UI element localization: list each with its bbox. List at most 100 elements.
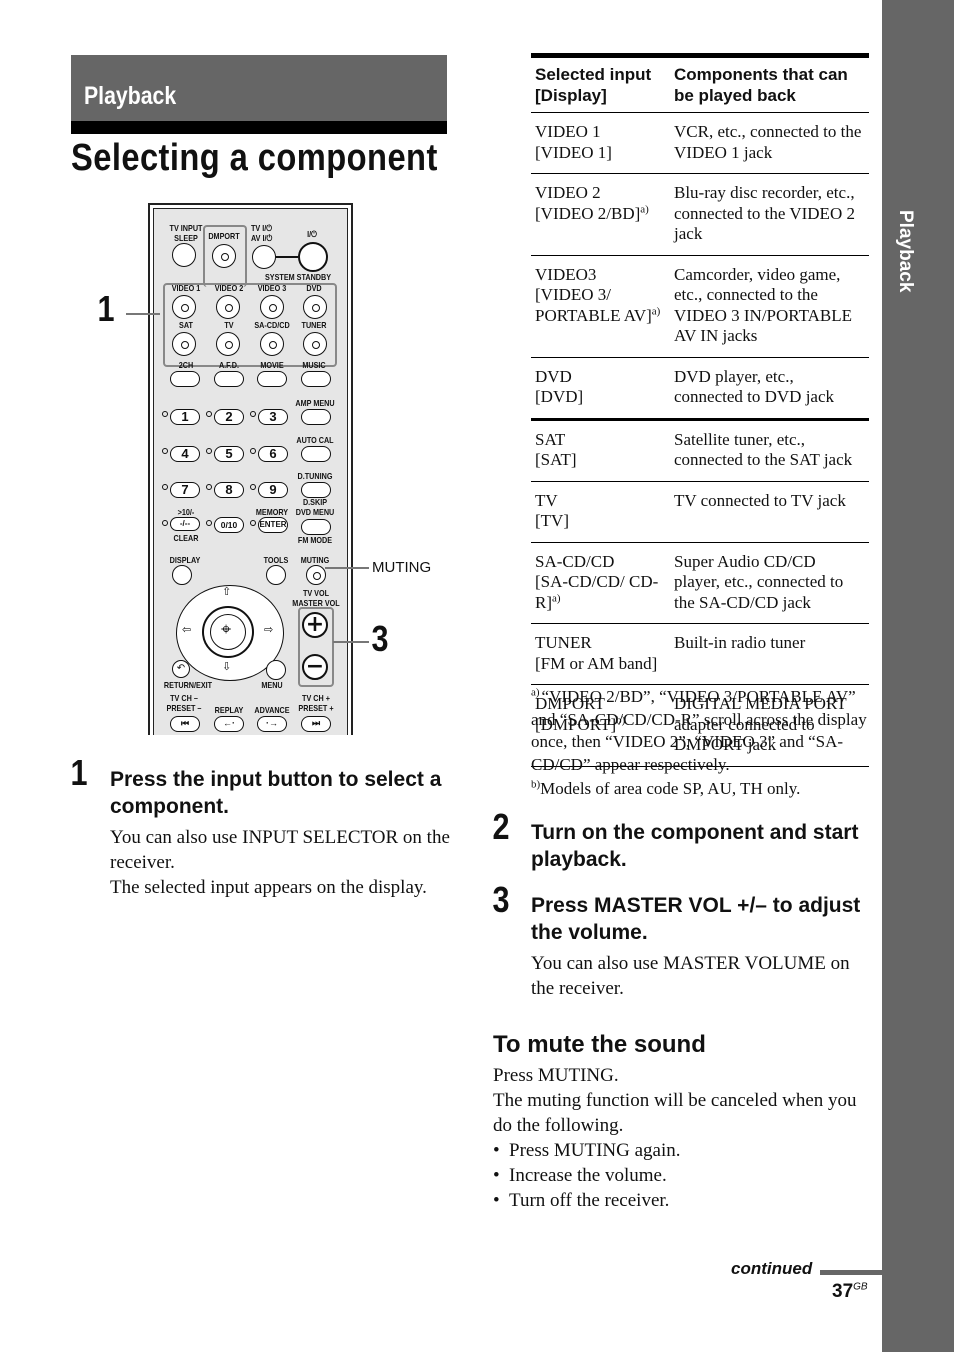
arrow-left-icon: ⇦: [182, 623, 192, 636]
indicator-dot: [250, 411, 256, 417]
digit-key: 8: [214, 482, 244, 498]
callout-3: 3: [371, 618, 389, 659]
component-cell: VCR, etc., connected to the VIDEO 1 jack: [670, 112, 869, 174]
display-text: [TV]: [535, 511, 569, 530]
sacd-button: [260, 332, 284, 356]
label-sat: SAT: [179, 320, 193, 330]
side-tab-label: Playback: [895, 210, 916, 293]
footnote-text: Models of area code SP, AU, TH only.: [540, 779, 801, 798]
footnote-ref: a): [552, 591, 561, 604]
enter-center-button: ⌖: [202, 606, 254, 658]
column-header: Components that can be played back: [670, 53, 869, 113]
label-display: DISPLAY: [169, 555, 201, 565]
label-dmport: DMPORT: [208, 231, 240, 241]
label-memory: MEMORY: [255, 507, 289, 517]
page-number: 37GB: [832, 1281, 868, 1303]
step-1-number: 1: [70, 752, 88, 793]
input-cell: SA-CD/CD [SA-CD/CD/ CD-R]a): [531, 542, 670, 624]
indicator-dot: [162, 520, 168, 526]
afd-button: [214, 371, 244, 387]
input-name: TV: [535, 490, 558, 510]
indicator-dot: [250, 520, 256, 526]
continued-label: continued: [731, 1259, 813, 1278]
step-3-number: 3: [492, 879, 510, 920]
tuner-button: [303, 332, 327, 356]
table-row: TV [TV] TV connected to TV jack: [531, 481, 869, 543]
step-1-text: The selected input appears on the displa…: [110, 877, 427, 898]
standby-connector: [276, 256, 298, 258]
column-header: Selected input [Display]: [531, 53, 670, 113]
remote-illustration: TV INPUT SLEEP DMPORT TV I/⏻ AV I/⏻ I/⏻ …: [148, 203, 353, 735]
label-d-tuning: D.TUNING: [297, 471, 333, 481]
list-item: Increase the volume.: [493, 1163, 863, 1188]
table-row: TUNER [FM or AM band] Built-in radio tuner: [531, 623, 869, 685]
label-video1: VIDEO 1: [171, 283, 201, 293]
digit-key: 6: [258, 446, 288, 462]
label-dvd: DVD: [306, 283, 322, 293]
input-name: SA-CD/CD: [535, 551, 615, 571]
table-row: SA-CD/CD [SA-CD/CD/ CD-R]a) Super Audio CD…: [531, 542, 869, 624]
digit-key: 4: [170, 446, 200, 462]
input-cell: VIDEO3 [VIDEO 3/ PORTABLE AV]a): [531, 255, 670, 358]
display-name: [DVD]: [535, 387, 666, 408]
music-button: [301, 371, 331, 387]
input-cell: VIDEO 1 [VIDEO 1]: [531, 112, 670, 174]
display-name: [SA-CD/CD/ CD-R]a): [535, 572, 666, 613]
step-1-text: You can also use INPUT SELECTOR on the r…: [110, 827, 450, 873]
video2-button: [216, 295, 240, 319]
label-tools: TOOLS: [263, 555, 289, 565]
label-video3: VIDEO 3: [257, 283, 287, 293]
label-return-exit: RETURN/EXIT: [163, 680, 213, 690]
footnote-ref: a): [640, 202, 649, 215]
dvd-menu-button: [301, 519, 331, 535]
arrow-up-icon: ⇧: [222, 585, 232, 598]
footnote-a: a) “VIDEO 2/BD”, “VIDEO 3/PORTABLE AV” an…: [531, 686, 871, 776]
display-text: [DVD]: [535, 387, 584, 406]
tv-input-button: [172, 243, 196, 267]
display-text: [VIDEO 1]: [535, 142, 612, 162]
arrow-right-icon: ⇨: [264, 623, 274, 636]
label-muting: MUTING: [300, 555, 330, 565]
label-amp-menu: AMP MENU: [295, 398, 335, 408]
callout-3-line: [333, 641, 369, 643]
continued-rule: [820, 1270, 882, 1275]
label-system-standby: SYSTEM STANDBY: [264, 272, 332, 282]
mute-body: Press MUTING. The muting function will b…: [493, 1063, 863, 1213]
remote-body: TV INPUT SLEEP DMPORT TV I/⏻ AV I/⏻ I/⏻ …: [153, 208, 348, 735]
label-tv-av-power: TV I/⏻ AV I/⏻: [251, 223, 273, 243]
input-cell: VIDEO 2 [VIDEO 2/BD]a): [531, 173, 670, 256]
tools-button: [266, 565, 286, 585]
next-icon: ⏭: [301, 716, 331, 732]
table-row: SAT [SAT] Satellite tuner, etc., connected…: [531, 419, 869, 482]
table-row: VIDEO 1 [VIDEO 1] VCR, etc., connected to …: [531, 112, 869, 174]
label-tv-ch-minus: TV CH – PRESET –: [166, 693, 202, 713]
dash-key: -/--: [170, 517, 200, 531]
page-number-value: 37: [832, 1281, 854, 1302]
label-tv: TV: [224, 320, 234, 330]
label-fm-mode: FM MODE: [297, 535, 333, 545]
replay-icon: ←·: [214, 716, 244, 732]
table-header-row: Selected input [Display] Components that…: [531, 53, 869, 113]
muting-button: [306, 565, 326, 585]
input-name: VIDEO 2: [535, 183, 601, 202]
step-3-body: You can also use MASTER VOLUME on the re…: [531, 953, 850, 999]
label-advance: ADVANCE: [254, 705, 290, 715]
label-2ch: 2CH: [178, 360, 194, 370]
page-title: Selecting a component: [71, 137, 438, 179]
digit-key: 7: [170, 482, 200, 498]
input-name: VIDEO 1: [535, 122, 601, 141]
callout-1-line: [126, 313, 160, 315]
digit-key: 9: [258, 482, 288, 498]
indicator-dot: [206, 484, 212, 490]
display-text: [VIDEO 2/BD]: [535, 203, 641, 223]
display-name: [FM or AM band]: [535, 654, 666, 675]
label-sacd: SA-CD/CD: [254, 320, 290, 330]
label-afd: A.F.D.: [218, 360, 240, 370]
indicator-dot: [162, 411, 168, 417]
auto-cal-button: [301, 446, 331, 462]
section-label: Playback: [84, 82, 177, 110]
digit-key: 1: [170, 409, 200, 425]
step-1-body: You can also use INPUT SELECTOR on the r…: [110, 825, 455, 900]
indicator-dot: [250, 448, 256, 454]
video3-button: [260, 295, 284, 319]
